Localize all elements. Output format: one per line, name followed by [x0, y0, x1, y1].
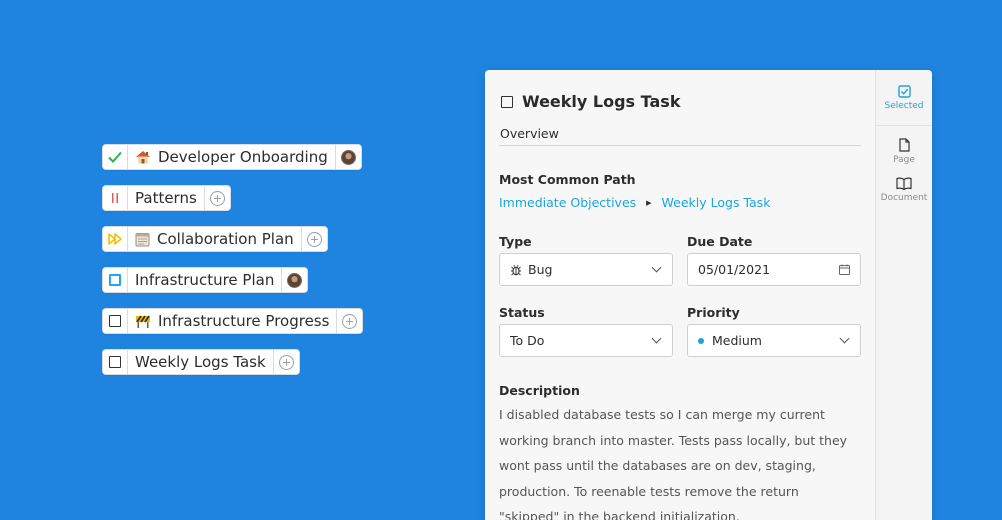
task-chip-collaboration-plan[interactable]: Collaboration Plan [102, 226, 328, 252]
tab-overview[interactable]: Overview [500, 126, 559, 141]
rail-selected[interactable]: Selected [876, 70, 932, 126]
type-value: Bug [528, 262, 553, 277]
priority-value: Medium [712, 333, 762, 348]
chevron-down-icon [839, 333, 850, 344]
rail-document[interactable]: Document [876, 177, 932, 203]
type-label: Type [499, 234, 532, 249]
task-chip-weekly-logs-task[interactable]: Weekly Logs Task [102, 349, 300, 375]
task-title: Weekly Logs Task [135, 353, 266, 371]
task-title: Infrastructure Plan [135, 271, 275, 289]
priority-label: Priority [687, 305, 740, 320]
priority-select[interactable]: Medium [687, 324, 861, 357]
breadcrumb-link-weekly-logs-task[interactable]: Weekly Logs Task [662, 195, 771, 210]
side-rail: Selected Page Document [875, 70, 932, 520]
calendar-icon[interactable] [839, 264, 850, 275]
breadcrumb-link-immediate-objectives[interactable]: Immediate Objectives [499, 195, 636, 210]
task-chip-patterns[interactable]: Patterns [102, 185, 231, 211]
rail-page-label: Page [893, 155, 915, 165]
assignee-avatar[interactable] [287, 272, 303, 288]
due-date-value: 05/01/2021 [698, 262, 771, 277]
task-title: Patterns [135, 189, 197, 207]
task-chip-developer-onboarding[interactable]: Developer Onboarding [102, 144, 362, 170]
house-icon [135, 149, 151, 165]
status-select[interactable]: To Do [499, 324, 673, 357]
status-label: Status [499, 305, 545, 320]
app-canvas: Developer Onboarding Patterns Collaborat… [0, 0, 1002, 520]
assignee-avatar[interactable] [340, 149, 356, 165]
description-text[interactable]: I disabled database tests so I can merge… [499, 402, 861, 520]
panel-title-text: Weekly Logs Task [522, 92, 681, 111]
status-value: To Do [510, 333, 545, 348]
due-date-field[interactable]: 05/01/2021 [687, 253, 861, 286]
add-icon[interactable] [306, 231, 322, 247]
chevron-down-icon [651, 333, 662, 344]
construction-icon [135, 314, 151, 329]
square-icon[interactable] [501, 95, 513, 108]
task-detail-panel: Weekly Logs Task Overview Most Common Pa… [485, 70, 932, 520]
task-chip-infrastructure-plan[interactable]: Infrastructure Plan [102, 267, 309, 293]
breadcrumb: Immediate Objectives ▶ Weekly Logs Task [499, 195, 770, 210]
description-label: Description [499, 383, 580, 398]
bug-icon [510, 264, 522, 276]
fast-forward-icon[interactable] [103, 227, 128, 251]
rail-selected-label: Selected [884, 100, 924, 111]
add-icon[interactable] [342, 313, 358, 329]
checkbox-icon [897, 84, 911, 98]
square-blue-icon[interactable] [103, 268, 128, 292]
task-title: Infrastructure Progress [158, 312, 330, 330]
rail-document-label: Document [880, 193, 928, 203]
chevron-down-icon [651, 262, 662, 273]
caret-right-icon: ▶ [646, 198, 652, 207]
task-chip-infrastructure-progress[interactable]: Infrastructure Progress [102, 308, 364, 334]
book-icon [896, 177, 912, 190]
type-select[interactable]: Bug [499, 253, 673, 286]
task-title: Developer Onboarding [158, 148, 328, 166]
tab-divider [499, 145, 861, 146]
check-icon[interactable] [103, 145, 128, 169]
priority-dot-icon [698, 337, 704, 344]
panel-title: Weekly Logs Task [501, 92, 680, 111]
square-icon[interactable] [103, 309, 128, 333]
task-title: Collaboration Plan [157, 230, 294, 248]
calendar-icon [135, 232, 150, 247]
rail-page[interactable]: Page [876, 138, 932, 165]
page-icon [898, 138, 910, 152]
square-icon[interactable] [103, 350, 128, 374]
add-icon[interactable] [209, 190, 225, 206]
add-icon[interactable] [278, 354, 294, 370]
due-date-label: Due Date [687, 234, 753, 249]
path-label: Most Common Path [499, 172, 636, 187]
pause-icon[interactable] [103, 186, 128, 210]
